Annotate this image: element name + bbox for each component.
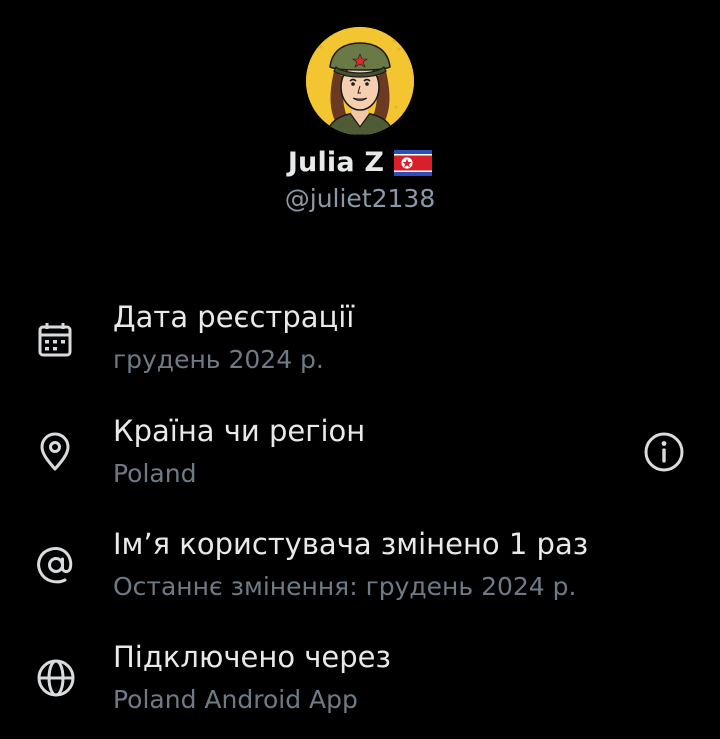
list-item-connected-via: Підключено через Poland Android App	[0, 640, 720, 730]
at-sign-icon	[34, 543, 78, 587]
calendar-icon	[34, 318, 78, 362]
location-pin-icon	[34, 430, 78, 474]
joined-date-title: Дата реєстрації	[113, 300, 355, 334]
display-name: Julia Z	[287, 146, 385, 178]
avatar[interactable]	[306, 27, 414, 135]
cartoon-woman-avatar-icon	[306, 27, 414, 135]
country-value: Poland	[113, 459, 197, 488]
north-korea-flag-icon	[394, 150, 433, 176]
list-item-country: Країна чи регіон Poland	[0, 414, 720, 504]
list-item-username-changes: Ім’я користувача змінено 1 раз Останнє з…	[0, 527, 720, 617]
profile-header: Julia Z @juliet2138	[0, 0, 720, 230]
info-icon[interactable]	[642, 430, 686, 474]
username-handle: @juliet2138	[284, 184, 436, 213]
connected-via-value: Poland Android App	[113, 685, 358, 714]
username-changes-title: Ім’я користувача змінено 1 раз	[113, 527, 589, 561]
username-changes-value: Останнє змінення: грудень 2024 р.	[113, 572, 577, 601]
connected-via-title: Підключено через	[113, 640, 391, 674]
globe-icon	[34, 656, 78, 700]
joined-date-value: грудень 2024 р.	[113, 345, 324, 374]
list-item-joined-date: Дата реєстрації грудень 2024 р.	[0, 300, 720, 390]
display-name-row: Julia Z	[0, 142, 720, 182]
country-title: Країна чи регіон	[113, 414, 366, 448]
